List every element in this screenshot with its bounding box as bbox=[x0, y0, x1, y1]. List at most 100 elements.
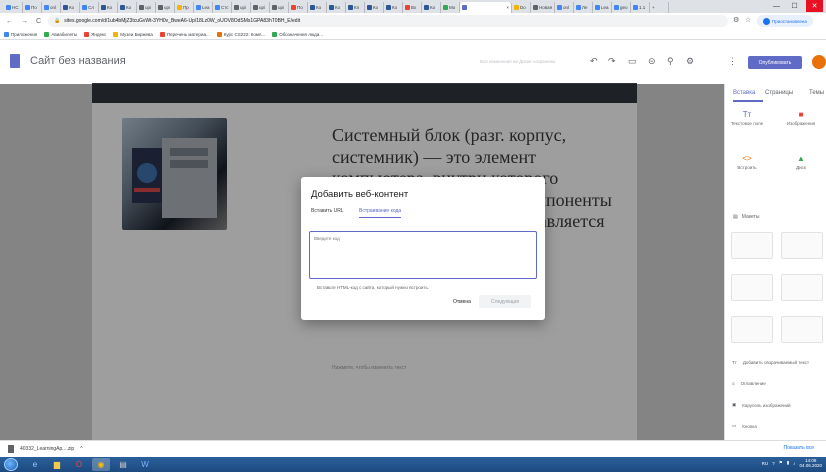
browser-tab[interactable]: Сл bbox=[80, 2, 99, 13]
insert-tile[interactable]: Tт Текстовое поле bbox=[729, 110, 765, 126]
forward-button[interactable]: → bbox=[21, 18, 28, 25]
close-window-button[interactable]: ✕ bbox=[806, 0, 823, 12]
layout-thumbnail[interactable] bbox=[731, 316, 773, 343]
tab-embed-url[interactable]: Вставить URL bbox=[311, 208, 344, 214]
ie-icon[interactable]: e bbox=[26, 458, 44, 471]
browser-tab[interactable]: upi bbox=[156, 2, 175, 13]
site-title[interactable]: Сайт без названия bbox=[30, 55, 126, 67]
show-all-downloads-link[interactable]: Показать все bbox=[783, 445, 814, 451]
tab-insert[interactable]: Вставка bbox=[733, 90, 755, 96]
browser-tab[interactable]: Ко bbox=[99, 2, 118, 13]
browser-tab[interactable]: Ко bbox=[327, 2, 346, 13]
browser-tab[interactable]: upi bbox=[137, 2, 156, 13]
word-icon[interactable]: W bbox=[136, 458, 154, 471]
bookmark-item[interactable]: Курс CS222: Комп... bbox=[216, 31, 265, 37]
back-button[interactable]: ← bbox=[6, 18, 13, 25]
browser-tab[interactable]: По bbox=[23, 2, 42, 13]
bookmark-item[interactable]: Обозначения люда... bbox=[272, 31, 323, 37]
tab-embed-code[interactable]: Встраивание кода bbox=[359, 208, 402, 218]
browser-tab[interactable]: onl bbox=[42, 2, 61, 13]
more-menu-icon[interactable]: ⋮ bbox=[728, 56, 737, 67]
star-icon[interactable]: ☆ bbox=[745, 16, 751, 24]
share-icon[interactable]: ⚲ bbox=[667, 56, 674, 67]
reload-button[interactable]: C bbox=[36, 18, 41, 25]
browser-tab[interactable]: 1.1 bbox=[631, 2, 651, 13]
tab-pages[interactable]: Страницы bbox=[765, 90, 793, 96]
embed-code-input[interactable] bbox=[309, 231, 537, 279]
help-icon[interactable]: ? bbox=[772, 461, 775, 466]
browser-tab[interactable]: НС bbox=[4, 2, 23, 13]
browser-tab[interactable]: Ко bbox=[422, 2, 441, 13]
layout-thumbnail[interactable] bbox=[731, 274, 773, 301]
new-tab-button[interactable]: + bbox=[650, 2, 670, 13]
panel-item[interactable]: ▭ Кнопка bbox=[732, 423, 757, 429]
bookmark-item[interactable]: Яндекс bbox=[84, 31, 106, 37]
flag-icon[interactable]: ⚑ bbox=[779, 460, 783, 466]
browser-tab[interactable]: Ко bbox=[61, 2, 80, 13]
browser-tab[interactable]: Мо bbox=[441, 2, 460, 13]
explorer-icon[interactable]: ▆ bbox=[48, 458, 66, 471]
layout-thumbnail[interactable] bbox=[781, 274, 823, 301]
sites-logo-icon[interactable] bbox=[10, 54, 20, 68]
publish-button[interactable]: Опубликовать bbox=[748, 56, 802, 69]
url-omnibox[interactable]: 🔒 sites.google.com/d/1ub4bMjZ3tcuGvWt-3Y… bbox=[48, 15, 728, 27]
chrome-icon[interactable]: ◉ bbox=[92, 458, 110, 471]
next-button[interactable]: Следующая bbox=[479, 295, 531, 308]
close-tab-icon[interactable]: × bbox=[506, 5, 509, 10]
language-indicator[interactable]: RU bbox=[762, 461, 769, 466]
browser-tab[interactable]: Ко bbox=[118, 2, 137, 13]
layout-thumbnail[interactable] bbox=[781, 232, 823, 259]
clock[interactable]: 14:08 04.06.2020 bbox=[799, 458, 822, 469]
browser-tab[interactable]: upi bbox=[232, 2, 251, 13]
insert-tile[interactable]: ▲ Диск bbox=[783, 154, 819, 170]
browser-tab[interactable]: upi bbox=[251, 2, 270, 13]
browser-tab[interactable]: Ко bbox=[365, 2, 384, 13]
browser-tab[interactable]: Lea bbox=[194, 2, 213, 13]
bookmark-item[interactable]: Перечень материа... bbox=[159, 31, 210, 37]
browser-tab[interactable]: upi bbox=[270, 2, 289, 13]
url-text[interactable]: sites.google.com/d/1ub4bMjZ3tcuGvWt-3YH0… bbox=[64, 18, 300, 24]
browser-tab[interactable]: geo bbox=[612, 2, 632, 13]
browser-tab[interactable]: Do bbox=[512, 2, 531, 13]
undo-icon[interactable]: ↶ bbox=[590, 56, 598, 67]
bookmark-item[interactable]: Музеи Биржева bbox=[113, 31, 153, 37]
browser-tab[interactable]: Вх bbox=[403, 2, 422, 13]
browser-tab[interactable]: Ко bbox=[384, 2, 403, 13]
browser-tab[interactable]: Lea bbox=[593, 2, 613, 13]
tab-themes[interactable]: Темы bbox=[809, 90, 824, 96]
tab-active[interactable]: × bbox=[460, 2, 512, 13]
cancel-button[interactable]: Отмена bbox=[453, 299, 471, 305]
app-icon[interactable]: ▤ bbox=[114, 458, 132, 471]
layout-thumbnail[interactable] bbox=[781, 316, 823, 343]
layout-thumbnail[interactable] bbox=[731, 232, 773, 259]
browser-tab[interactable]: Кп bbox=[346, 2, 365, 13]
browser-tab[interactable]: Ко bbox=[308, 2, 327, 13]
start-button[interactable] bbox=[4, 458, 18, 471]
panel-item[interactable]: ▣ Карусель изображений bbox=[732, 402, 791, 408]
insert-tile[interactable]: ■ Изображения bbox=[783, 110, 819, 126]
avatar[interactable] bbox=[812, 55, 826, 69]
maximize-button[interactable]: ☐ bbox=[786, 0, 803, 12]
download-menu-chevron-icon[interactable]: ^ bbox=[80, 446, 82, 452]
browser-tab[interactable]: По bbox=[289, 2, 308, 13]
panel-item[interactable]: ≡ Оглавление bbox=[732, 381, 766, 386]
settings-gear-icon[interactable]: ⚙ bbox=[686, 56, 694, 67]
browser-tab[interactable]: onl bbox=[555, 2, 575, 13]
profile-button[interactable]: Приостановлена bbox=[757, 15, 813, 27]
preview-icon[interactable]: ▭ bbox=[628, 56, 637, 67]
browser-tab[interactable]: Пр bbox=[175, 2, 194, 13]
browser-tab[interactable]: Ле bbox=[574, 2, 594, 13]
browser-tab[interactable]: Стс bbox=[213, 2, 232, 13]
insert-tile[interactable]: <> Встроить bbox=[729, 154, 765, 170]
browser-tab[interactable]: Новая bbox=[531, 2, 556, 13]
link-icon[interactable]: ⊝ bbox=[648, 56, 656, 67]
layouts-header[interactable]: ▤ Макеты bbox=[733, 214, 759, 220]
opera-icon[interactable]: O bbox=[70, 458, 88, 471]
volume-icon[interactable]: ♪ bbox=[793, 461, 795, 466]
bookmark-item[interactable]: Авиабилеты bbox=[44, 31, 77, 37]
panel-item[interactable]: Tт Добавить сворачиваемый текст bbox=[732, 360, 809, 365]
minimize-button[interactable]: — bbox=[768, 0, 785, 12]
bookmark-item[interactable]: Приложения bbox=[4, 31, 37, 37]
network-icon[interactable]: ▮ bbox=[787, 460, 789, 466]
redo-icon[interactable]: ↷ bbox=[608, 56, 616, 67]
